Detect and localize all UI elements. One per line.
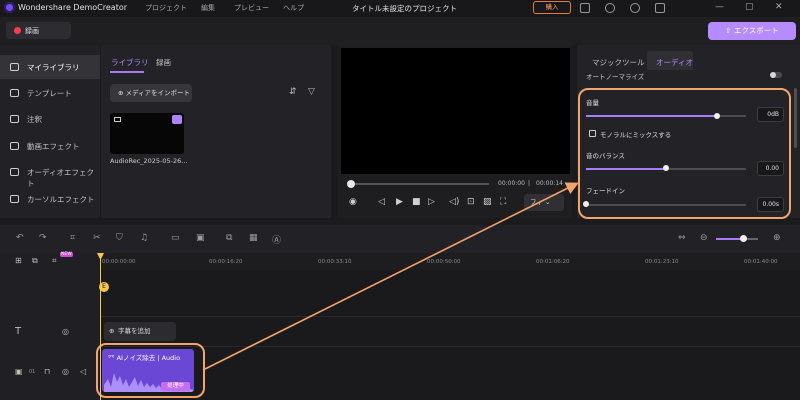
annotation-arrow	[202, 182, 579, 371]
